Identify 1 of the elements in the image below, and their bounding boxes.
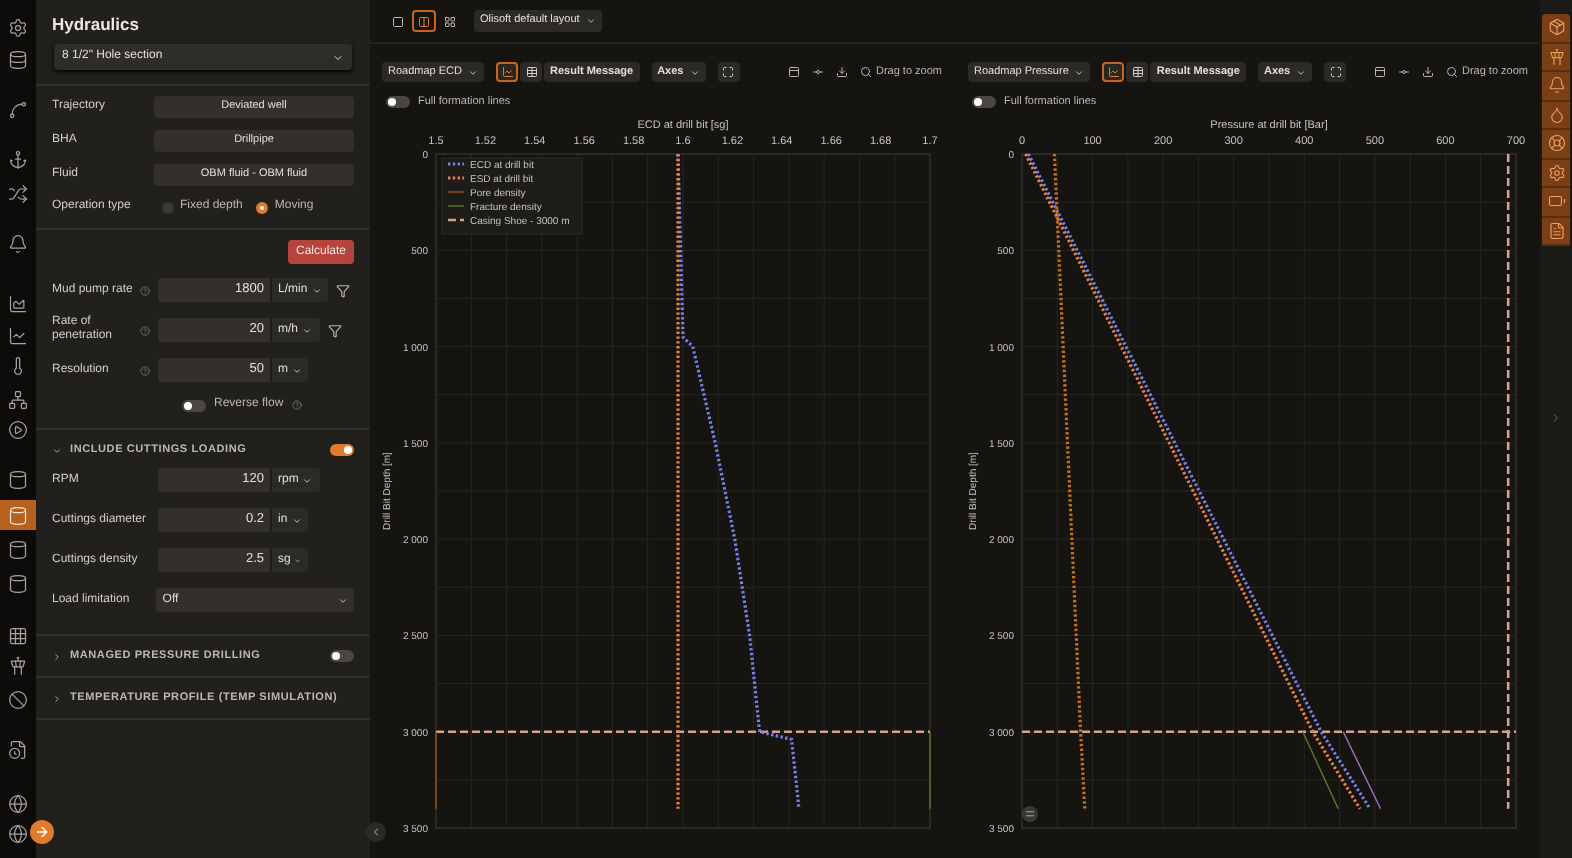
panel-title: Hydraulics — [52, 14, 141, 34]
